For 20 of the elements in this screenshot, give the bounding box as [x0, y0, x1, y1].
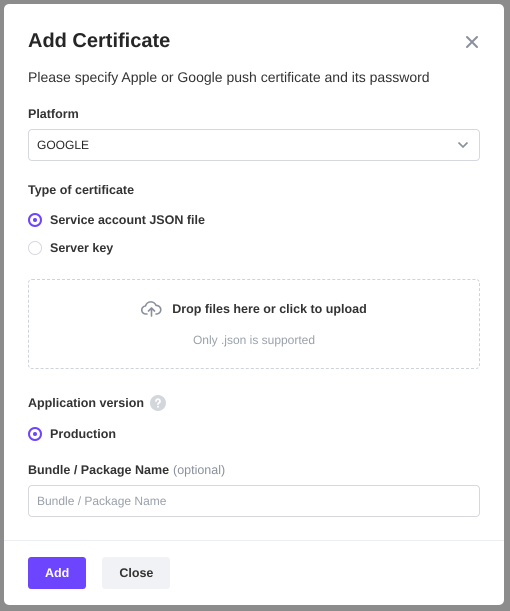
close-icon[interactable] [464, 34, 480, 50]
field-label: Platform [28, 107, 80, 121]
field-label: Type of certificate [28, 183, 136, 197]
optional-note: (optional) [173, 463, 226, 477]
upload-text: Drop files here or click to upload [172, 302, 367, 316]
radio-option[interactable]: Service account JSON file [28, 213, 480, 227]
bundle-input[interactable]: Bundle / Package Name [28, 485, 480, 517]
dialog-title: Add Certificate [28, 30, 170, 53]
radio-option[interactable]: Production [28, 427, 480, 441]
radio-option[interactable]: Server key [28, 241, 480, 255]
cloud-upload-icon [141, 301, 162, 317]
add-button[interactable]: Add [28, 557, 86, 589]
field-label: Application version [28, 396, 144, 410]
upload-dropzone[interactable]: Drop files here or click to upload Only .json is supported [28, 279, 480, 369]
chevron-icon [457, 141, 469, 149]
upload-hint: Only .json is supported [192, 333, 316, 347]
close-button[interactable]: Close [102, 557, 170, 589]
platform-select[interactable]: GOOGLE [28, 129, 480, 161]
field-label: Bundle / Package Name [28, 463, 170, 477]
dialog-subtitle: Please specify Apple or Google push certificate and its password [28, 69, 431, 85]
